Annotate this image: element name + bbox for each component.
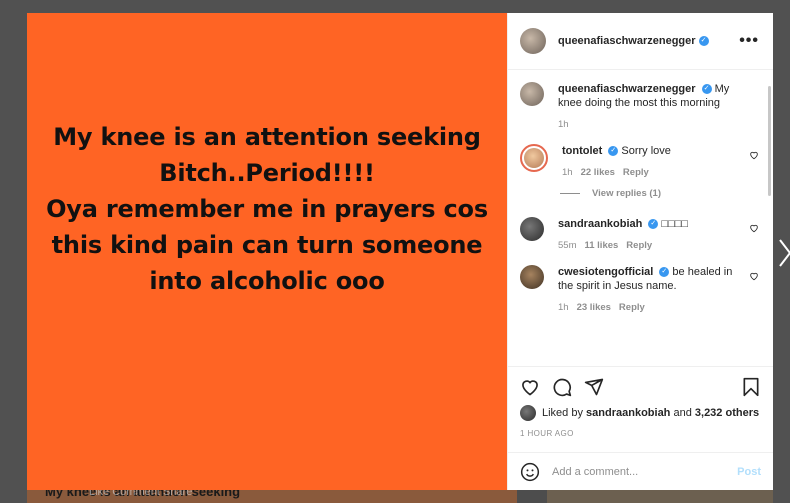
verified-badge-icon: ✓ <box>648 219 659 230</box>
comment-username[interactable]: sandraankobiah <box>558 218 642 230</box>
caption-time[interactable]: 1h <box>558 119 569 130</box>
comment-time[interactable]: 1h <box>562 167 573 178</box>
caption-author-avatar[interactable] <box>520 82 544 106</box>
liked-by-prefix: Liked by <box>542 407 583 419</box>
comment-text-block: tontolet ✓ Sorry love <box>562 144 739 158</box>
comment-likes[interactable]: 23 likes <box>577 302 611 313</box>
post-sidebar: queenafiaschwarzenegger ✓ ••• queenafias… <box>507 13 773 490</box>
commenter-avatar-image <box>524 148 544 168</box>
comment-likes[interactable]: 11 likes <box>584 240 618 251</box>
caption-username[interactable]: queenafiaschwarzenegger <box>558 83 696 95</box>
post-timestamp[interactable]: 1 HOUR AGO <box>520 429 761 438</box>
action-icons <box>520 375 761 399</box>
caption-meta: 1h <box>558 119 739 130</box>
verified-badge-icon: ✓ <box>659 267 670 278</box>
comment-row: tontolet ✓ Sorry love 1h 22 likes Reply <box>520 144 759 178</box>
comment-text-block: sandraankobiah ✓ □□□□ <box>558 217 739 231</box>
add-comment-bar: Post <box>508 452 773 490</box>
post-image-line: into alcoholic ooo <box>149 267 385 295</box>
post-image-text: My knee is an attention seeking Bitch..P… <box>27 119 507 299</box>
author-username[interactable]: queenafiaschwarzenegger <box>558 35 696 47</box>
comment-text: □□□□ <box>661 218 688 230</box>
caption-body: queenafiaschwarzenegger ✓ My knee doing t… <box>558 82 759 130</box>
bookmark-icon[interactable] <box>741 377 761 397</box>
verified-badge-icon: ✓ <box>701 84 712 95</box>
share-icon[interactable] <box>584 377 604 397</box>
comment-icon[interactable] <box>552 377 572 397</box>
author-name-block: queenafiaschwarzenegger ✓ <box>558 35 709 47</box>
comments-scrollbar[interactable] <box>768 86 771 196</box>
post-modal: My knee is an attention seeking Bitch..P… <box>27 13 773 490</box>
liked-by-middle: and <box>673 407 692 419</box>
comment-meta: 55m 11 likes Reply <box>558 240 739 251</box>
post-image-line: My knee is an attention seeking <box>53 123 481 151</box>
comment-time[interactable]: 1h <box>558 302 569 313</box>
view-replies-label: View replies (1) <box>592 188 661 199</box>
commenter-avatar[interactable] <box>520 144 548 172</box>
comments-list: queenafiaschwarzenegger ✓ My knee doing t… <box>508 70 773 366</box>
reply-button[interactable]: Reply <box>619 302 645 313</box>
liked-by-others[interactable]: 3,232 others <box>695 407 759 419</box>
post-comment-button[interactable]: Post <box>737 466 761 478</box>
view-replies-dash <box>560 193 580 194</box>
comment-body: sandraankobiah ✓ □□□□ 55m 11 likes Reply <box>558 217 759 251</box>
liked-by-user[interactable]: sandraankobiah <box>586 407 670 419</box>
comment-username[interactable]: cwesiotengofficial <box>558 266 653 278</box>
emoji-icon[interactable] <box>520 462 540 482</box>
comment-row: sandraankobiah ✓ □□□□ 55m 11 likes Reply <box>520 217 759 251</box>
more-options-button[interactable]: ••• <box>739 32 759 50</box>
comment-meta: 1h 22 likes Reply <box>562 167 739 178</box>
comment-row: cwesiotengofficial ✓ be healed in the spi… <box>520 265 759 313</box>
commenter-avatar[interactable] <box>520 265 544 289</box>
post-image-line: Oya remember me in prayers cos <box>46 195 488 223</box>
verified-badge-icon: ✓ <box>698 36 709 46</box>
like-comment-heart-icon[interactable] <box>749 223 759 233</box>
comment-body: tontolet ✓ Sorry love 1h 22 likes Reply <box>562 144 759 178</box>
caption-text-block: queenafiaschwarzenegger ✓ My knee doing t… <box>558 82 739 110</box>
post-image[interactable]: My knee is an attention seeking Bitch..P… <box>27 13 507 490</box>
reply-button[interactable]: Reply <box>626 240 652 251</box>
comment-text: Sorry love <box>621 145 671 157</box>
like-comment-heart-icon[interactable] <box>749 150 759 160</box>
verified-badge-icon: ✓ <box>608 146 619 157</box>
like-comment-heart-icon[interactable] <box>749 271 759 281</box>
comment-meta: 1h 23 likes Reply <box>558 302 739 313</box>
liked-by-line: Liked by sandraankobiah and 3,232 others <box>520 405 761 421</box>
like-heart-icon[interactable] <box>520 377 540 397</box>
post-image-line: Bitch..Period!!!! <box>159 159 375 187</box>
comment-time[interactable]: 55m <box>558 240 576 251</box>
liker-avatar[interactable] <box>520 405 536 421</box>
author-avatar[interactable] <box>520 28 546 54</box>
reply-button[interactable]: Reply <box>623 167 649 178</box>
comment-input[interactable] <box>552 465 738 478</box>
post-header: queenafiaschwarzenegger ✓ ••• <box>508 13 773 70</box>
caption-row: queenafiaschwarzenegger ✓ My knee doing t… <box>520 82 759 130</box>
comment-text-block: cwesiotengofficial ✓ be healed in the spi… <box>558 265 739 293</box>
next-post-arrow-icon[interactable] <box>778 238 790 268</box>
commenter-avatar[interactable] <box>520 217 544 241</box>
post-image-line: this kind pain can turn someone <box>51 231 483 259</box>
comment-likes[interactable]: 22 likes <box>581 167 615 178</box>
view-replies-button[interactable]: View replies (1) <box>560 188 759 199</box>
comment-username[interactable]: tontolet <box>562 145 602 157</box>
comment-body: cwesiotengofficial ✓ be healed in the spi… <box>558 265 759 313</box>
post-actions: Liked by sandraankobiah and 3,232 others… <box>508 366 773 452</box>
